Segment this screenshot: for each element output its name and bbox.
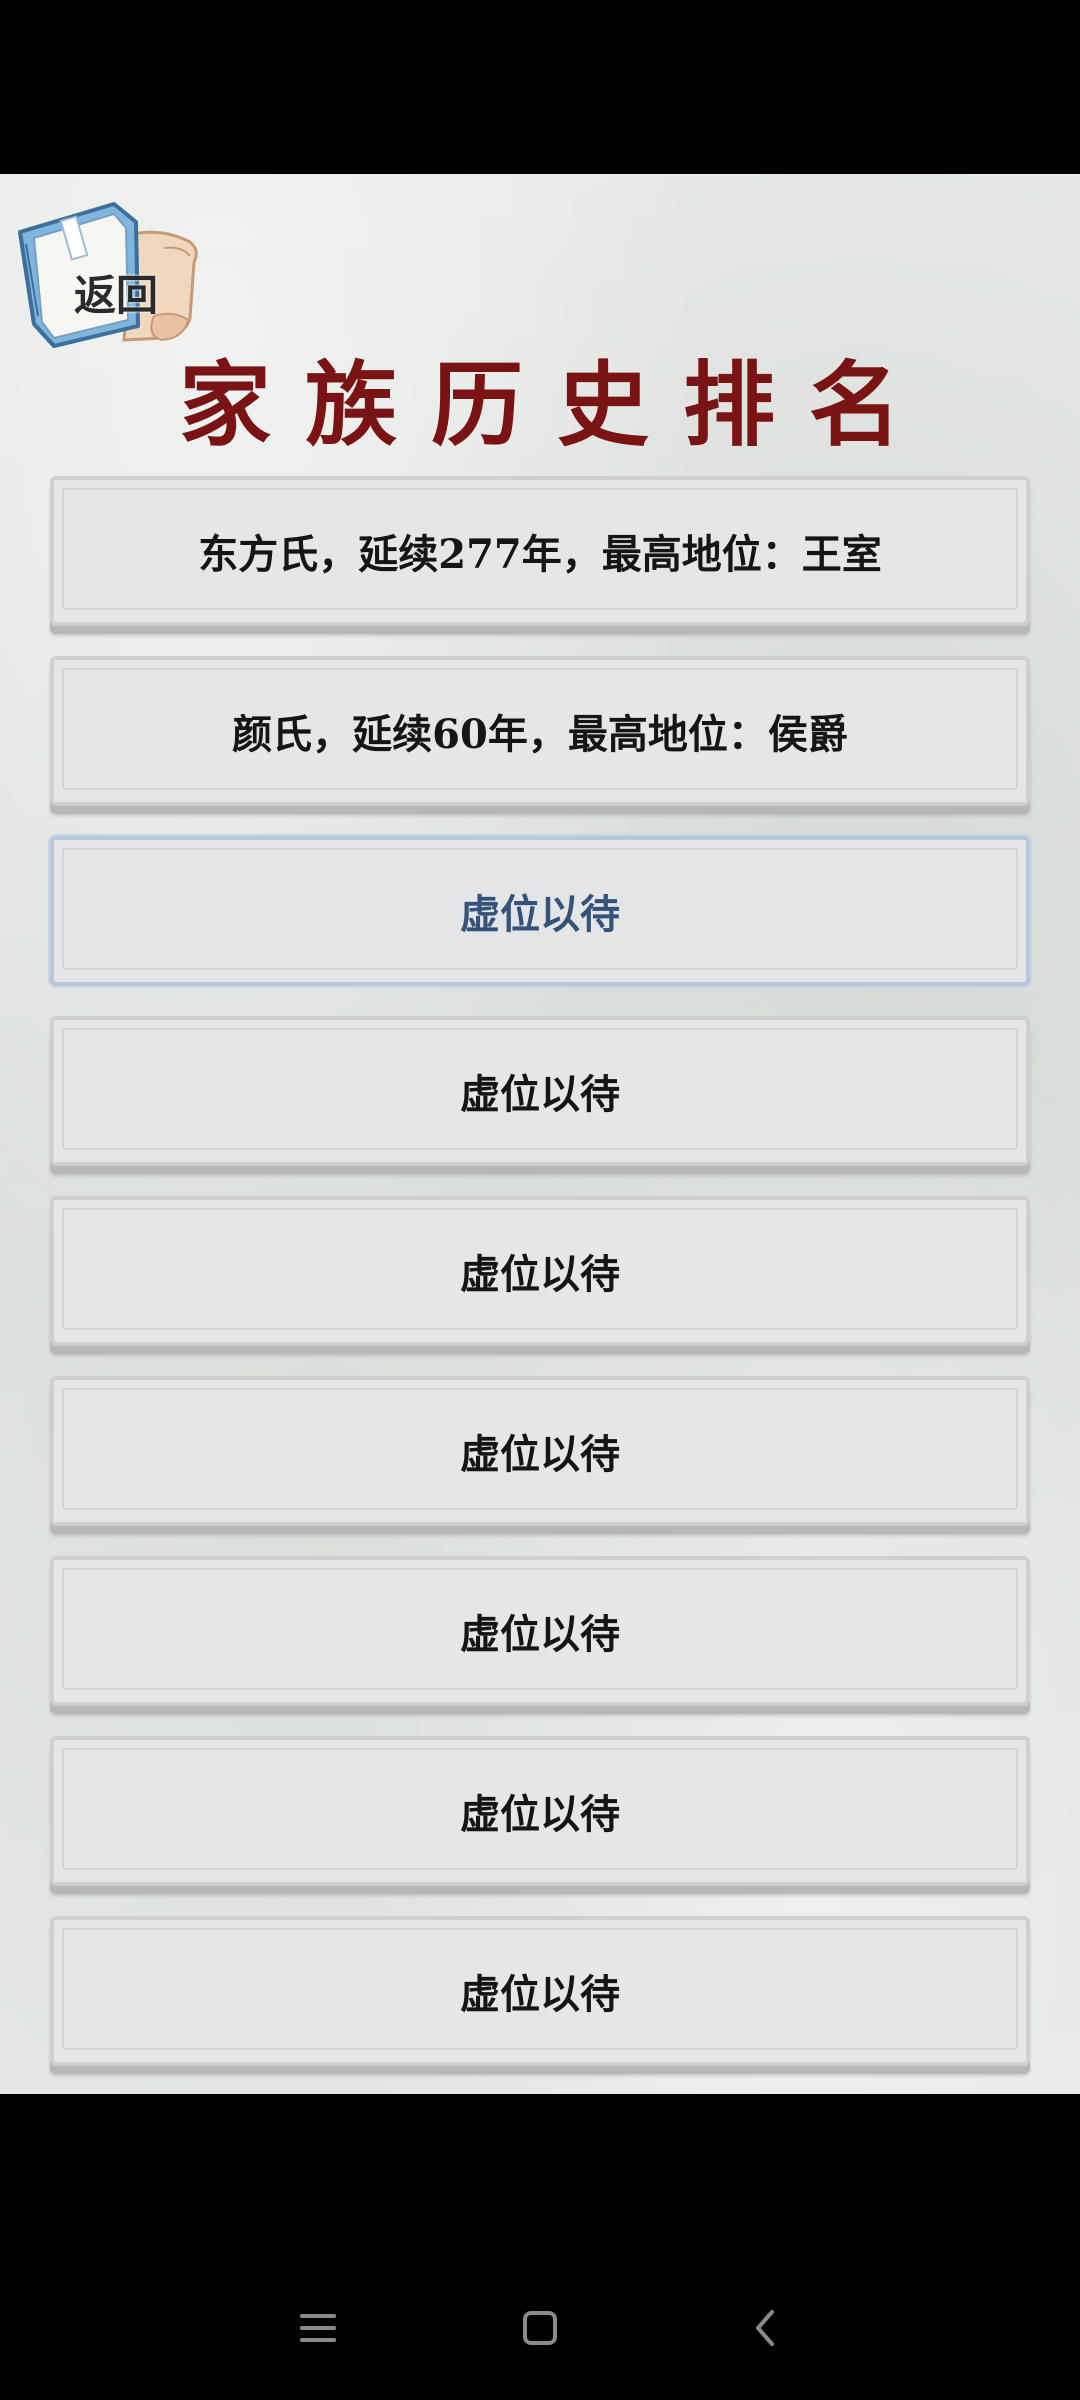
ranking-item-text: 虚位以待 [460,1431,620,1478]
ranking-item-2[interactable]: 颜氏，延续60年，最高地位：侯爵 [50,656,1030,806]
app-screen: 返回 家族历史排名 东方氏，延续277年，最高地位：王室 颜氏，延续60年，最高… [0,0,1080,2400]
ranking-item-text: 虚位以待 [460,1071,620,1118]
ranking-item-text: 虚位以待 [460,1971,620,2018]
ranking-item-1[interactable]: 东方氏，延续277年，最高地位：王室 [50,476,1030,626]
status-bar [0,0,1080,174]
back-label: 返回 [74,271,159,320]
ranking-item-6[interactable]: 虚位以待 [50,1376,1030,1526]
back-button[interactable]: 返回 [14,198,204,348]
menu-icon[interactable] [286,2296,350,2360]
ranking-item-text: 东方氏，延续277年，最高地位：王室 [198,531,882,578]
main-content: 返回 家族历史排名 东方氏，延续277年，最高地位：王室 颜氏，延续60年，最高… [0,174,1080,2094]
page-title: 家族历史排名 [178,351,935,459]
ranking-item-8[interactable]: 虚位以待 [50,1736,1030,1886]
ranking-item-4[interactable]: 虚位以待 [50,1016,1030,1166]
ranking-item-text: 虚位以待 [460,1611,620,1658]
ranking-item-3[interactable]: 虚位以待 [50,836,1030,986]
ranking-item-9[interactable]: 虚位以待 [50,1916,1030,2066]
ranking-item-text: 虚位以待 [460,1251,620,1298]
ranking-item-text: 虚位以待 [460,1791,620,1838]
ranking-list: 东方氏，延续277年，最高地位：王室 颜氏，延续60年，最高地位：侯爵 虚位以待… [50,476,1030,2094]
home-icon[interactable] [508,2296,572,2360]
system-navigation-bar [0,2094,1080,2400]
ranking-item-text: 虚位以待 [460,891,620,938]
ranking-item-5[interactable]: 虚位以待 [50,1196,1030,1346]
ranking-item-7[interactable]: 虚位以待 [50,1556,1030,1706]
ranking-item-text: 颜氏，延续60年，最高地位：侯爵 [232,711,848,758]
back-arrow-icon[interactable] [734,2296,798,2360]
